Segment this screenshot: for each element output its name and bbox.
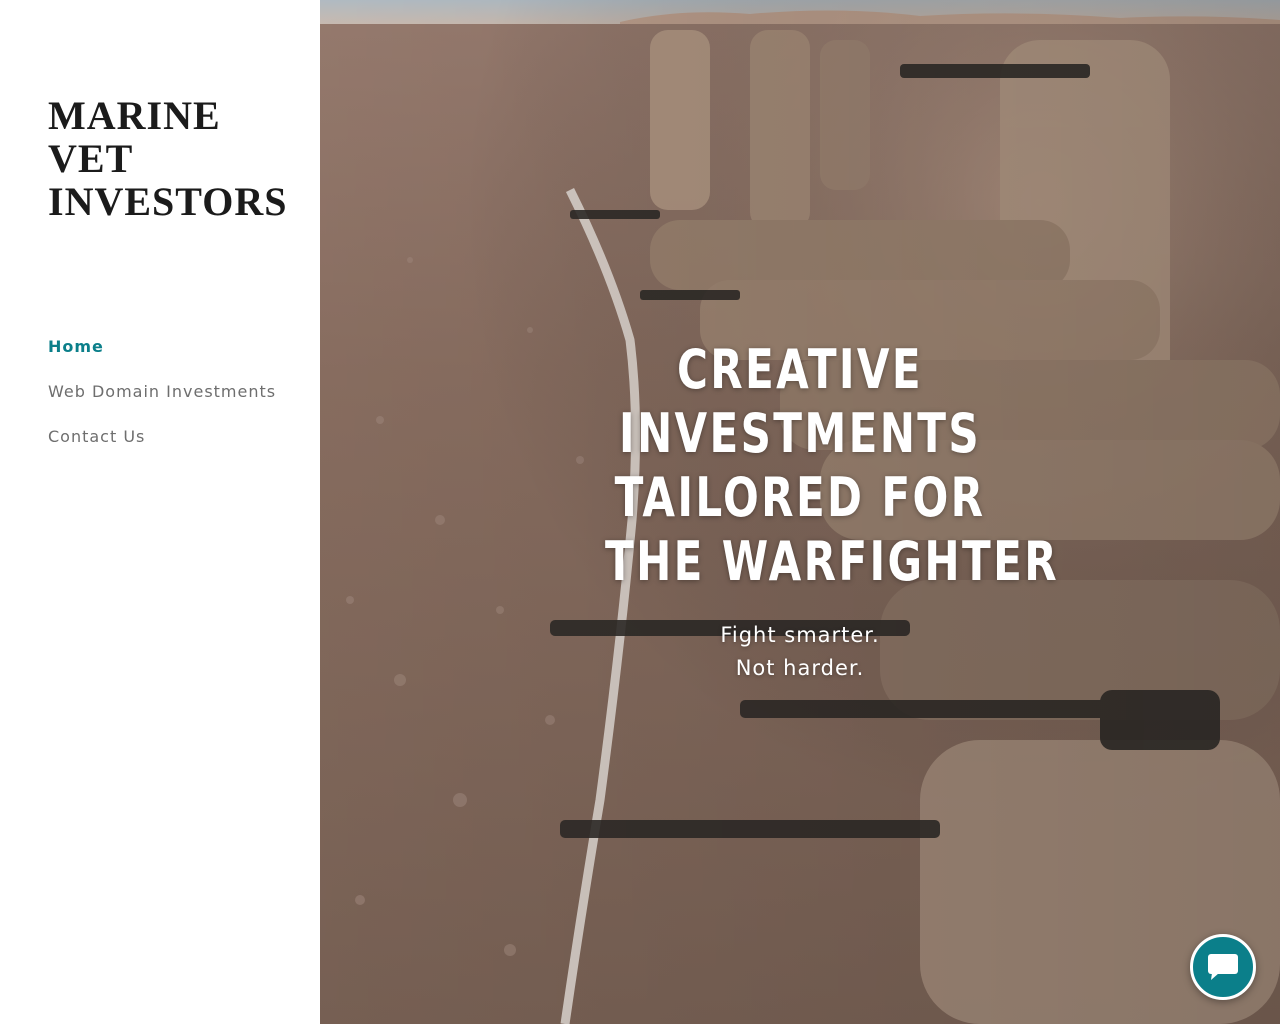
hero-tagline: Fight smarter. Not harder. [600, 619, 1000, 685]
headline-line-3: TAILORED FOR [614, 466, 986, 529]
chat-button[interactable] [1190, 934, 1256, 1000]
logo-line-2: VET [48, 136, 134, 181]
nav-link-home[interactable]: Home [48, 336, 104, 358]
tagline-line-2: Not harder. [735, 656, 865, 680]
headline-line-1: CREATIVE [677, 338, 923, 401]
tagline-line-1: Fight smarter. [720, 623, 880, 647]
logo-line-1: MARINE [48, 93, 221, 138]
hero-headline: CREATIVE INVESTMENTS TAILORED FOR THE WA… [605, 338, 1059, 594]
headline-line-2: INVESTMENTS [618, 402, 982, 465]
nav-item-web-domain-investments: Web Domain Investments [48, 381, 276, 426]
hero-section: CREATIVE INVESTMENTS TAILORED FOR THE WA… [320, 0, 1280, 1024]
nav-link-contact-us[interactable]: Contact Us [48, 426, 145, 448]
nav-item-contact-us: Contact Us [48, 426, 276, 471]
main-nav: Home Web Domain Investments Contact Us [48, 336, 276, 471]
chat-bubble-icon [1208, 954, 1238, 980]
logo-line-3: INVESTORS [48, 179, 288, 224]
nav-item-home: Home [48, 336, 276, 381]
nav-link-web-domain-investments[interactable]: Web Domain Investments [48, 381, 276, 403]
sidebar: MARINE VET INVESTORS Home Web Domain Inv… [0, 0, 320, 1024]
site-logo[interactable]: MARINE VET INVESTORS [48, 94, 298, 223]
headline-line-4: THE WARFIGHTER [605, 530, 1059, 593]
